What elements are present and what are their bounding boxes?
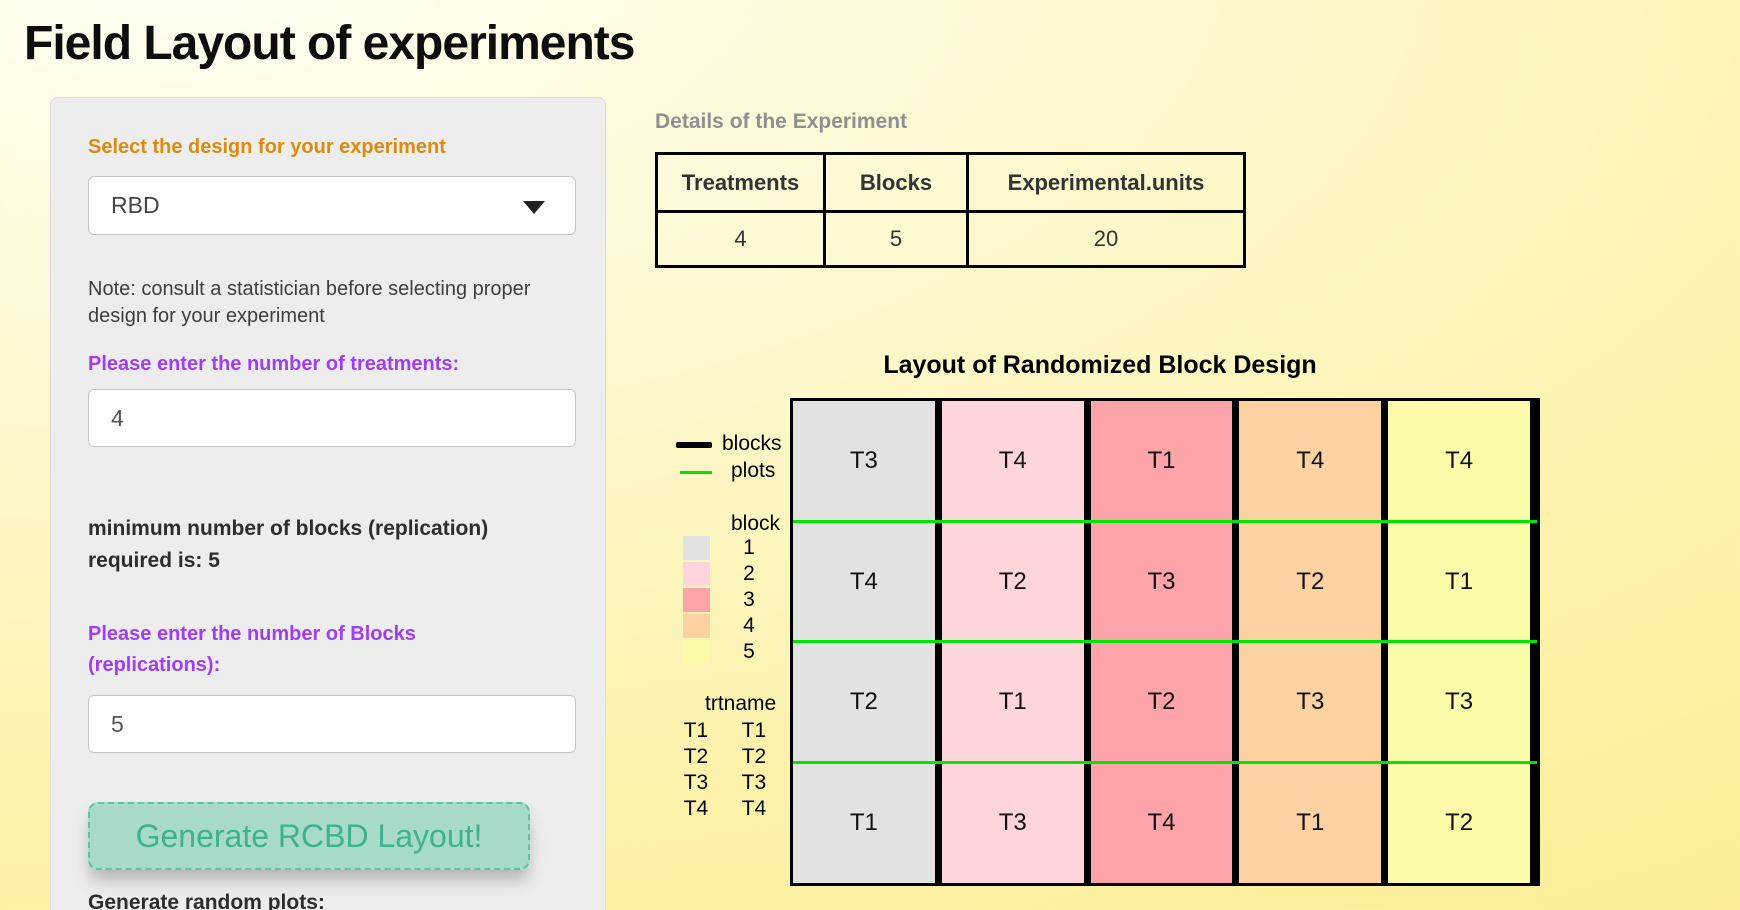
details-header-units: Experimental.units — [968, 154, 1245, 212]
trt-code: T4 — [678, 797, 714, 821]
plot-cell: T3 — [793, 401, 935, 522]
random-plots-label: Generate random plots: — [88, 891, 325, 910]
trt-code: T3 — [678, 771, 714, 795]
block1-swatch — [683, 536, 710, 560]
generate-layout-button[interactable]: Generate RCBD Layout! — [88, 802, 530, 870]
plot-cell: T1 — [1091, 401, 1233, 522]
plot-cell: T4 — [1091, 763, 1233, 884]
plot-cell: T2 — [1091, 642, 1233, 763]
details-table: Treatments Blocks Experimental.units 4 5… — [655, 152, 1246, 268]
plot-cell: T1 — [1388, 522, 1530, 643]
plot-cell: T4 — [1388, 401, 1530, 522]
plot-divider-line — [793, 640, 1537, 643]
blocks-label: Please enter the number of Blocks (repli… — [88, 619, 518, 681]
plot-divider-line — [793, 520, 1537, 523]
plot-cell: T4 — [1239, 401, 1381, 522]
plot-title: Layout of Randomized Block Design — [690, 351, 1510, 380]
trt-code: T1 — [678, 719, 714, 743]
block2-swatch — [683, 562, 710, 586]
details-header-treatments: Treatments — [657, 154, 825, 212]
design-select-label: Select the design for your experiment — [88, 136, 446, 159]
details-value-blocks: 5 — [825, 212, 968, 267]
trtname-legend-heading: trtname — [705, 692, 776, 716]
plot-cell: T2 — [793, 642, 935, 763]
statistician-note: Note: consult a statistician before sele… — [88, 276, 566, 330]
design-select-value: RBD — [111, 177, 160, 234]
treatments-input[interactable] — [88, 389, 576, 447]
block3-label: 3 — [732, 588, 766, 612]
design-select[interactable]: RBD — [88, 176, 576, 235]
plot-cell: T4 — [942, 401, 1084, 522]
plot-divider-line — [793, 761, 1537, 764]
plot-cell: T4 — [793, 522, 935, 643]
trt-name: T3 — [736, 771, 772, 795]
details-value-units: 20 — [968, 212, 1245, 267]
trt-code: T2 — [678, 745, 714, 769]
block1-label: 1 — [732, 536, 766, 560]
block-legend-heading: block — [731, 512, 780, 536]
blocks-line-swatch — [676, 442, 712, 448]
block4-swatch — [683, 614, 710, 638]
block5-swatch — [683, 640, 710, 664]
plot-cell: T2 — [1239, 522, 1381, 643]
sidebar-panel: Select the design for your experiment RB… — [50, 97, 606, 910]
blocks-line-label: blocks — [722, 432, 782, 456]
plot-cell: T3 — [1388, 642, 1530, 763]
treatments-label: Please enter the number of treatments: — [88, 349, 568, 380]
details-heading: Details of the Experiment — [655, 110, 907, 134]
details-header-row: Treatments Blocks Experimental.units — [657, 154, 1245, 212]
plot-cell: T1 — [1239, 763, 1381, 884]
trt-name: T4 — [736, 797, 772, 821]
plot-cell: T3 — [1091, 522, 1233, 643]
details-value-treatments: 4 — [657, 212, 825, 267]
app-page: { "page": { "title": "Field Layout of ex… — [0, 0, 1740, 910]
plot-cell: T3 — [1239, 642, 1381, 763]
block2-label: 2 — [732, 562, 766, 586]
plot-cell: T1 — [942, 642, 1084, 763]
block5-label: 5 — [732, 640, 766, 664]
plot-cell: T2 — [1388, 763, 1530, 884]
details-header-blocks: Blocks — [825, 154, 968, 212]
chevron-down-icon — [523, 201, 545, 214]
min-blocks-text: minimum number of blocks (replication) r… — [88, 513, 553, 577]
details-value-row: 4 5 20 — [657, 212, 1245, 267]
trt-name: T2 — [736, 745, 772, 769]
blocks-input[interactable] — [88, 695, 576, 753]
plot-cell: T1 — [793, 763, 935, 884]
plots-line-label: plots — [731, 459, 775, 483]
block4-label: 4 — [732, 614, 766, 638]
layout-grid: T3 T4 T2 T1 T4 T2 T1 T3 T1 T3 T2 T4 T4 T… — [790, 398, 1540, 886]
block3-swatch — [683, 588, 710, 612]
plots-line-swatch — [680, 471, 712, 474]
trt-name: T1 — [736, 719, 772, 743]
plot-cell: T3 — [942, 763, 1084, 884]
plot-cell: T2 — [942, 522, 1084, 643]
page-title: Field Layout of experiments — [24, 16, 634, 71]
